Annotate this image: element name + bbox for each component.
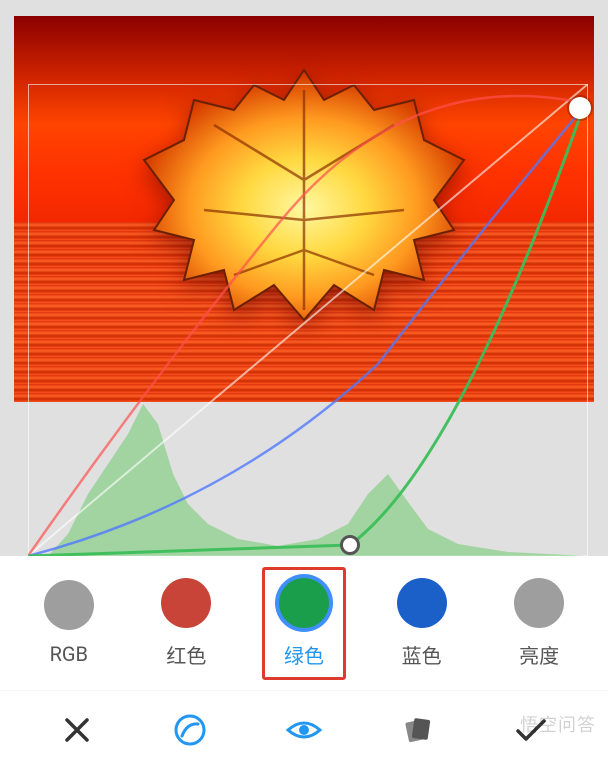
channel-selector: RGB 红色 绿色 蓝色 亮度 [0, 556, 608, 690]
channel-label: 红色 [166, 640, 206, 669]
channel-label: 亮度 [519, 640, 559, 669]
leaf-subject [124, 50, 484, 330]
rgb-swatch [44, 580, 94, 630]
bottom-toolbar: 悟空问答 [0, 690, 608, 769]
curve-handle-top[interactable] [569, 97, 591, 119]
preview-area [0, 0, 608, 556]
channel-rgb[interactable]: RGB [27, 569, 111, 677]
watermark: 悟空问答 [520, 711, 596, 737]
channel-blue[interactable]: 蓝色 [380, 567, 464, 680]
channel-green[interactable]: 绿色 [262, 567, 346, 680]
channel-luma[interactable]: 亮度 [497, 567, 581, 680]
green-swatch [279, 578, 329, 628]
red-swatch [161, 578, 211, 628]
channel-label: 蓝色 [402, 640, 442, 669]
styles-button[interactable] [398, 710, 438, 750]
curves-tool-button[interactable] [170, 710, 210, 750]
curves-icon [173, 713, 207, 747]
preview-toggle-button[interactable] [284, 710, 324, 750]
cards-icon [402, 714, 434, 746]
cancel-button[interactable] [57, 710, 97, 750]
luma-swatch [514, 578, 564, 628]
eye-icon [285, 713, 323, 747]
channel-label: 绿色 [284, 640, 324, 669]
blue-swatch [397, 578, 447, 628]
image-preview[interactable] [14, 16, 594, 402]
channel-label: RGB [50, 642, 88, 666]
close-icon [62, 715, 92, 745]
curve-handle-bottom[interactable] [340, 535, 360, 555]
channel-red[interactable]: 红色 [144, 567, 228, 680]
